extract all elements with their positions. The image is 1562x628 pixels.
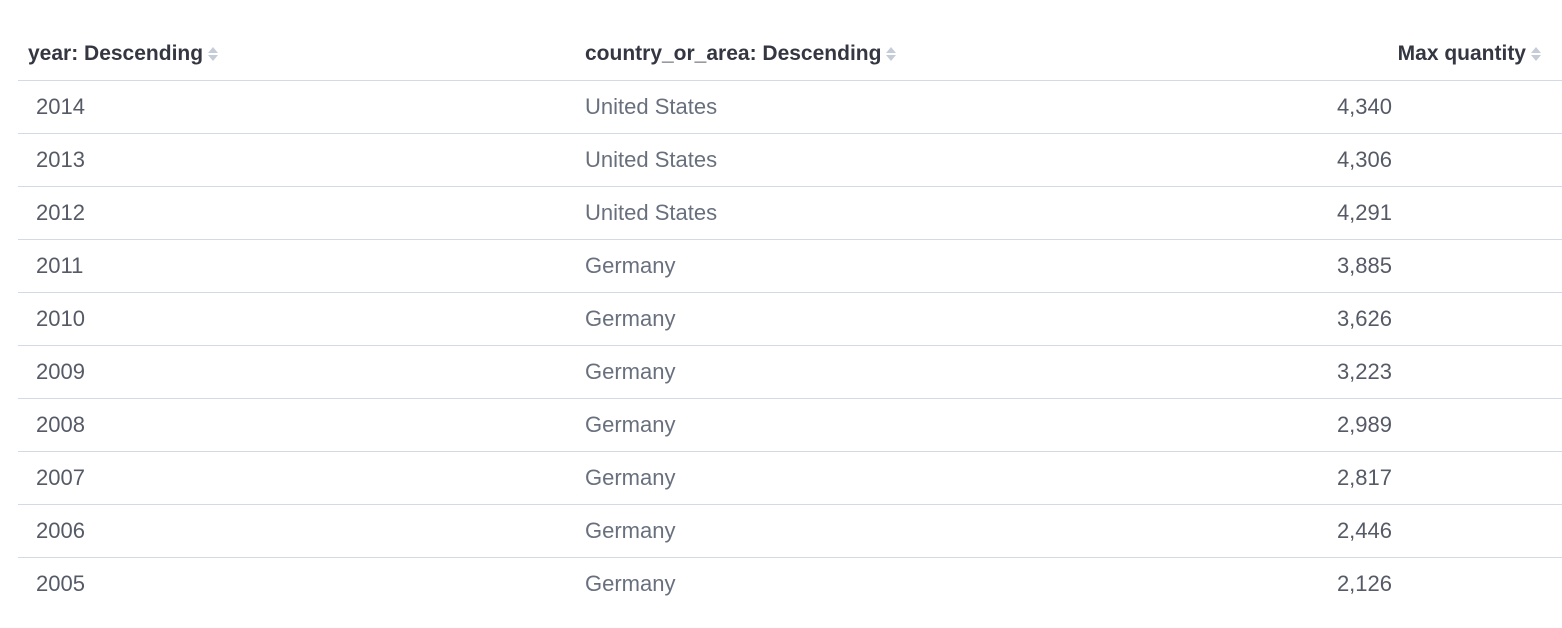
data-table: year: Descending country_or_area: Descen… <box>18 28 1562 610</box>
sort-icon[interactable] <box>885 44 897 64</box>
cell-year: 2005 <box>36 571 85 596</box>
cell-year: 2012 <box>18 186 574 240</box>
table-row: 2014 United States 4,340 <box>18 80 1562 134</box>
sort-icon[interactable] <box>1530 44 1542 64</box>
cell-year: 2011 <box>18 239 574 293</box>
sort-icon[interactable] <box>207 44 219 64</box>
cell-max-quantity: 4,340 <box>1194 80 1562 134</box>
cell-country: Germany <box>574 345 1194 399</box>
cell-country: Germany <box>574 292 1194 346</box>
cell-country: United States <box>574 186 1194 240</box>
cell-country: Germany <box>574 398 1194 452</box>
data-table-panel: year: Descending country_or_area: Descen… <box>18 28 1562 610</box>
cell-year: 2009 <box>18 345 574 399</box>
table-row: 2008 Germany 2,989 <box>18 398 1562 452</box>
column-header-year[interactable]: year: Descending <box>18 28 574 81</box>
table-row: 2010 Germany 3,626 <box>18 292 1562 346</box>
cell-country: United States <box>574 80 1194 134</box>
column-header-country-label[interactable]: country_or_area: Descending <box>585 42 881 65</box>
cell-max-quantity: 3,626 <box>1194 292 1562 346</box>
cell-max-quantity: 3,885 <box>1194 239 1562 293</box>
cell-max-quantity: 2,446 <box>1194 504 1562 558</box>
table-row: 2005 Germany 2,126 <box>18 558 1562 611</box>
cell-year: 2007 <box>18 451 574 505</box>
cell-year: 2014 <box>18 80 574 134</box>
cell-country: Germany <box>574 451 1194 505</box>
cell-max-quantity: 2,126 <box>1336 571 1392 596</box>
cell-country: Germany <box>585 571 676 596</box>
column-header-year-label[interactable]: year: Descending <box>28 42 203 65</box>
cell-max-quantity: 2,817 <box>1194 451 1562 505</box>
cell-max-quantity: 4,306 <box>1194 133 1562 187</box>
cell-year: 2010 <box>18 292 574 346</box>
cell-country: United States <box>574 133 1194 187</box>
table-row: 2012 United States 4,291 <box>18 186 1562 240</box>
column-header-quantity-label[interactable]: Max quantity <box>1398 42 1526 65</box>
cell-max-quantity: 4,291 <box>1194 186 1562 240</box>
table-row: 2013 United States 4,306 <box>18 133 1562 187</box>
cell-max-quantity: 3,223 <box>1194 345 1562 399</box>
table-row: 2007 Germany 2,817 <box>18 451 1562 505</box>
cell-country: Germany <box>574 504 1194 558</box>
column-header-quantity[interactable]: Max quantity <box>1194 28 1562 81</box>
column-header-country[interactable]: country_or_area: Descending <box>574 28 1194 81</box>
cell-year: 2013 <box>18 133 574 187</box>
cell-max-quantity: 2,989 <box>1194 398 1562 452</box>
cell-year: 2008 <box>18 398 574 452</box>
table-header-row: year: Descending country_or_area: Descen… <box>18 28 1562 81</box>
table-row: 2006 Germany 2,446 <box>18 504 1562 558</box>
table-row: 2009 Germany 3,223 <box>18 345 1562 399</box>
cell-country: Germany <box>574 239 1194 293</box>
table-row: 2011 Germany 3,885 <box>18 239 1562 293</box>
cell-year: 2006 <box>18 504 574 558</box>
